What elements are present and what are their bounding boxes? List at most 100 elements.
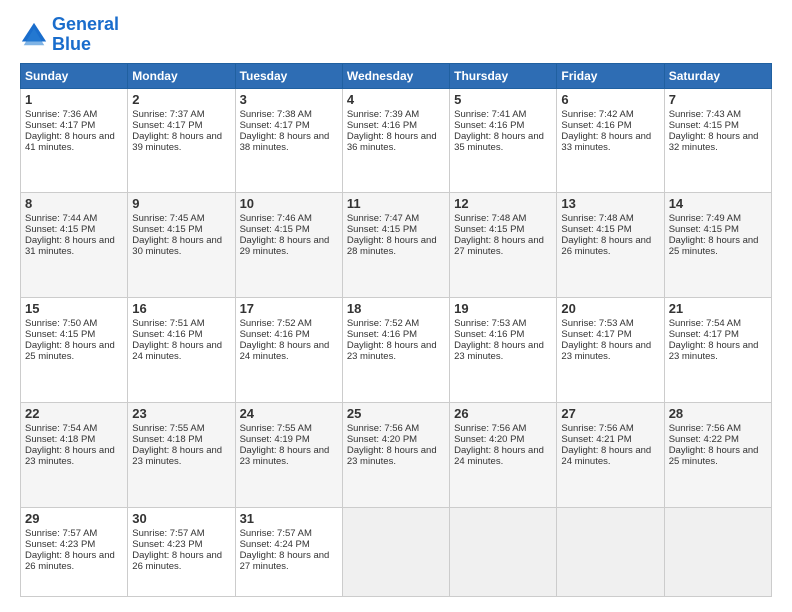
calendar-cell: 17Sunrise: 7:52 AMSunset: 4:16 PMDayligh… [235,298,342,403]
calendar-cell: 22 Sunrise: 7:54 AMSunset: 4:18 PMDayligh… [21,402,128,507]
calendar-cell: 26Sunrise: 7:56 AMSunset: 4:20 PMDayligh… [450,402,557,507]
calendar-cell [557,507,664,596]
sunset-label: Sunset: 4:16 PM [132,329,202,340]
calendar-cell: 10Sunrise: 7:46 AMSunset: 4:15 PMDayligh… [235,193,342,298]
calendar-cell: 25Sunrise: 7:56 AMSunset: 4:20 PMDayligh… [342,402,449,507]
sunset-label: Sunset: 4:15 PM [240,224,310,235]
daylight-label: Daylight: 8 hours and 31 minutes. [25,235,115,257]
sunrise-label: Sunrise: 7:49 AM [669,213,741,224]
calendar-cell: 4Sunrise: 7:39 AMSunset: 4:16 PMDaylight… [342,88,449,193]
calendar-cell: 29Sunrise: 7:57 AMSunset: 4:23 PMDayligh… [21,507,128,596]
sunset-label: Sunset: 4:16 PM [454,329,524,340]
calendar-cell: 6Sunrise: 7:42 AMSunset: 4:16 PMDaylight… [557,88,664,193]
day-number: 27 [561,406,659,421]
calendar-cell: 19Sunrise: 7:53 AMSunset: 4:16 PMDayligh… [450,298,557,403]
day-number: 1 [25,92,123,107]
day-number: 8 [25,196,123,211]
calendar-cell: 18Sunrise: 7:52 AMSunset: 4:16 PMDayligh… [342,298,449,403]
sunrise-label: Sunrise: 7:50 AM [25,318,97,329]
page: General Blue SundayMondayTuesdayWednesda… [0,0,792,612]
sunset-label: Sunset: 4:15 PM [132,224,202,235]
daylight-label: Daylight: 8 hours and 25 minutes. [669,235,759,257]
sunset-label: Sunset: 4:19 PM [240,434,310,445]
sunrise-label: Sunrise: 7:57 AM [132,528,204,539]
day-number: 13 [561,196,659,211]
sunrise-label: Sunrise: 7:48 AM [454,213,526,224]
calendar-table: SundayMondayTuesdayWednesdayThursdayFrid… [20,63,772,597]
sunrise-label: Sunrise: 7:39 AM [347,109,419,120]
day-number: 26 [454,406,552,421]
calendar-cell: 23Sunrise: 7:55 AMSunset: 4:18 PMDayligh… [128,402,235,507]
sunset-label: Sunset: 4:16 PM [561,120,631,131]
calendar-cell: 2 Sunrise: 7:37 AMSunset: 4:17 PMDaylight… [128,88,235,193]
day-number: 17 [240,301,338,316]
daylight-label: Daylight: 8 hours and 24 minutes. [561,445,651,467]
calendar-cell: 27 Sunrise: 7:56 AMSunset: 4:21 PMDayligh… [557,402,664,507]
sunrise-label: Sunrise: 7:41 AM [454,109,526,120]
sunrise-label: Sunrise: 7:51 AM [132,318,204,329]
day-number: 16 [132,301,230,316]
daylight-label: Daylight: 8 hours and 23 minutes. [240,445,330,467]
day-number: 2 [132,92,230,107]
sunrise-label: Sunrise: 7:56 AM [347,423,419,434]
sunrise-label: Sunrise: 7:52 AM [240,318,312,329]
sunrise-label: Sunrise: 7:38 AM [240,109,312,120]
daylight-label: Daylight: 8 hours and 23 minutes. [25,445,115,467]
day-number: 15 [25,301,123,316]
sunrise-label: Sunrise: 7:44 AM [25,213,97,224]
sunrise-label: Sunrise: 7:54 AM [25,423,97,434]
sunrise-label: Sunrise: 7:48 AM [561,213,633,224]
daylight-label: Daylight: 8 hours and 33 minutes. [561,131,651,153]
day-number: 18 [347,301,445,316]
daylight-label: Daylight: 8 hours and 39 minutes. [132,131,222,153]
sunset-label: Sunset: 4:17 PM [669,329,739,340]
col-header-tuesday: Tuesday [235,63,342,88]
day-number: 14 [669,196,767,211]
sunrise-label: Sunrise: 7:37 AM [132,109,204,120]
sunrise-label: Sunrise: 7:56 AM [561,423,633,434]
sunset-label: Sunset: 4:15 PM [561,224,631,235]
day-number: 30 [132,511,230,526]
sunrise-label: Sunrise: 7:57 AM [240,528,312,539]
sunset-label: Sunset: 4:15 PM [454,224,524,235]
calendar-cell: 13 Sunrise: 7:48 AMSunset: 4:15 PMDayligh… [557,193,664,298]
calendar-cell: 7Sunrise: 7:43 AMSunset: 4:15 PMDaylight… [664,88,771,193]
calendar-cell: 14Sunrise: 7:49 AMSunset: 4:15 PMDayligh… [664,193,771,298]
day-number: 5 [454,92,552,107]
daylight-label: Daylight: 8 hours and 38 minutes. [240,131,330,153]
sunset-label: Sunset: 4:20 PM [454,434,524,445]
calendar-cell: 21Sunrise: 7:54 AMSunset: 4:17 PMDayligh… [664,298,771,403]
daylight-label: Daylight: 8 hours and 26 minutes. [561,235,651,257]
sunset-label: Sunset: 4:18 PM [25,434,95,445]
daylight-label: Daylight: 8 hours and 26 minutes. [25,550,115,572]
sunrise-label: Sunrise: 7:36 AM [25,109,97,120]
daylight-label: Daylight: 8 hours and 26 minutes. [132,550,222,572]
daylight-label: Daylight: 8 hours and 28 minutes. [347,235,437,257]
sunset-label: Sunset: 4:18 PM [132,434,202,445]
daylight-label: Daylight: 8 hours and 23 minutes. [454,340,544,362]
daylight-label: Daylight: 8 hours and 27 minutes. [454,235,544,257]
sunset-label: Sunset: 4:17 PM [132,120,202,131]
sunrise-label: Sunrise: 7:47 AM [347,213,419,224]
sunset-label: Sunset: 4:23 PM [25,539,95,550]
daylight-label: Daylight: 8 hours and 29 minutes. [240,235,330,257]
day-number: 19 [454,301,552,316]
sunset-label: Sunset: 4:15 PM [25,329,95,340]
logo-text: General Blue [52,15,119,55]
daylight-label: Daylight: 8 hours and 25 minutes. [25,340,115,362]
day-number: 22 [25,406,123,421]
logo-icon [20,21,48,49]
sunset-label: Sunset: 4:15 PM [669,120,739,131]
day-number: 25 [347,406,445,421]
sunset-label: Sunset: 4:15 PM [347,224,417,235]
calendar-cell: 20Sunrise: 7:53 AMSunset: 4:17 PMDayligh… [557,298,664,403]
col-header-thursday: Thursday [450,63,557,88]
calendar-cell [664,507,771,596]
sunset-label: Sunset: 4:17 PM [25,120,95,131]
header: General Blue [20,15,772,55]
daylight-label: Daylight: 8 hours and 30 minutes. [132,235,222,257]
calendar-cell: 24Sunrise: 7:55 AMSunset: 4:19 PMDayligh… [235,402,342,507]
sunset-label: Sunset: 4:21 PM [561,434,631,445]
col-header-saturday: Saturday [664,63,771,88]
daylight-label: Daylight: 8 hours and 24 minutes. [454,445,544,467]
